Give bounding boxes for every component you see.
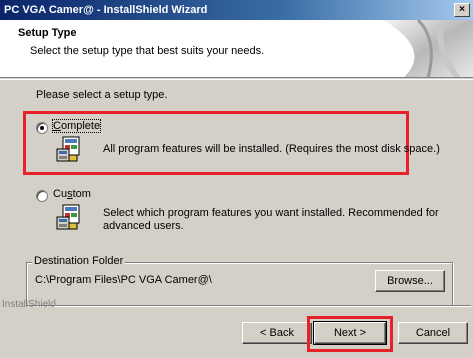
custom-radio[interactable] bbox=[36, 190, 48, 202]
setup-prompt: Please select a setup type. bbox=[36, 89, 168, 101]
complete-radio[interactable] bbox=[36, 122, 48, 134]
complete-label-rest: omplete bbox=[60, 120, 101, 132]
browse-button[interactable]: Browse... bbox=[375, 270, 445, 292]
back-button-label: < Back bbox=[260, 327, 294, 339]
footer-divider bbox=[54, 305, 471, 307]
cancel-button-label: Cancel bbox=[415, 327, 451, 339]
window-title: PC VGA Camer@ - InstallShield Wizard bbox=[4, 4, 208, 16]
destination-legend: Destination Folder bbox=[32, 255, 126, 267]
cancel-button[interactable]: Cancel bbox=[398, 322, 468, 344]
custom-label-rest: tom bbox=[72, 188, 91, 200]
complete-description: All program features will be installed. … bbox=[103, 143, 440, 155]
page-subtitle: Select the setup type that best suits yo… bbox=[30, 45, 265, 57]
page-title: Setup Type bbox=[18, 27, 77, 39]
back-button[interactable]: < Back bbox=[242, 322, 312, 344]
custom-label-start: Cu bbox=[53, 188, 68, 200]
installshield-brand: InstallShield bbox=[2, 299, 56, 310]
close-button[interactable]: × bbox=[454, 3, 470, 17]
complete-access-key: C bbox=[53, 120, 61, 132]
wizard-header: Setup Type Select the setup type that be… bbox=[0, 20, 473, 78]
custom-description-line1: Select which program features you want i… bbox=[103, 207, 439, 219]
browse-button-label: Browse... bbox=[387, 275, 433, 287]
installshield-graphic-icon bbox=[383, 20, 473, 77]
close-icon: × bbox=[459, 4, 465, 15]
title-bar: PC VGA Camer@ - InstallShield Wizard × bbox=[0, 0, 473, 20]
setup-package-icon bbox=[56, 204, 80, 230]
next-button-label: Next > bbox=[333, 327, 367, 339]
custom-radio-label[interactable]: Custom bbox=[53, 188, 91, 200]
setup-package-icon bbox=[56, 136, 80, 162]
next-button[interactable]: Next > bbox=[313, 321, 387, 345]
destination-path: C:\Program Files\PC VGA Camer@\ bbox=[35, 274, 212, 286]
header-divider bbox=[0, 79, 473, 80]
complete-radio-label[interactable]: Complete bbox=[51, 119, 102, 133]
custom-description-line2: advanced users. bbox=[103, 220, 184, 232]
